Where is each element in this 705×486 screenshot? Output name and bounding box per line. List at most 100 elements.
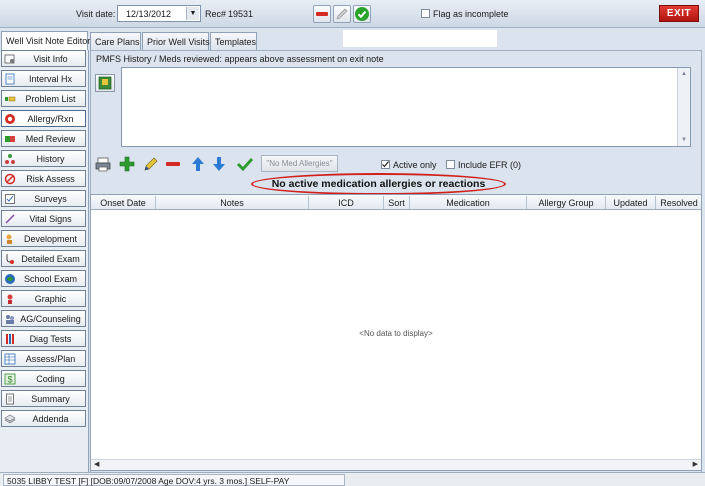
school-icon [5,274,15,284]
allergy-icon [5,114,15,124]
move-down-button[interactable] [210,155,228,173]
list-icon [5,96,16,102]
confirm-visit-button[interactable] [353,5,371,23]
column-header-resolved[interactable]: Resolved [656,198,702,208]
sidebar-item-school-exam[interactable]: School Exam [1,270,86,287]
sidebar-item-graphic[interactable]: Graphic [1,290,86,307]
visit-date-picker[interactable]: 12/13/2012 ▼ [117,5,201,22]
rec-label: Rec# [205,9,227,19]
dollar-icon: $ [4,373,16,385]
textarea-scrollbar[interactable]: ▲ ▼ [677,68,690,146]
medicine-icon [5,136,15,142]
sidebar-item-label: Summary [31,394,70,404]
edit-allergy-button[interactable] [142,155,160,173]
top-toolbar: Visit date: 12/13/2012 ▼ Rec# 19531 Flag… [0,0,705,28]
sidebar-item-visit-info[interactable]: Visit Info [1,50,86,67]
exit-button[interactable]: EXIT [659,5,699,22]
column-header-allergy-group[interactable]: Allergy Group [527,198,605,208]
sidebar-item-diag-tests[interactable]: Diag Tests [1,330,86,347]
sidebar-item-label: Development [23,234,78,244]
family-tree-icon [5,154,15,164]
sidebar-item-interval-hx[interactable]: Interval Hx [1,70,86,87]
svg-text:$: $ [7,375,12,385]
grid-header: Onset Date Notes ICD Sort Medication All… [91,195,701,210]
scroll-up-icon[interactable]: ▲ [680,70,688,78]
printer-icon [95,157,111,172]
add-allergy-button[interactable] [118,155,136,173]
remove-visit-button[interactable] [313,5,331,23]
sidebar-item-label: Detailed Exam [21,254,80,264]
no-sign-icon [4,173,16,185]
sidebar-item-summary[interactable]: Summary [1,390,86,407]
plan-icon [4,353,16,365]
grid-horizontal-scrollbar[interactable]: ◀ ▶ [91,459,701,470]
scroll-down-icon[interactable]: ▼ [680,136,688,144]
sidebar-item-ag-counseling[interactable]: AG/Counseling [1,310,86,327]
sidebar-item-label: Graphic [34,294,67,304]
templates-book-button[interactable] [95,74,115,92]
summary-icon [6,393,14,405]
column-header-sort[interactable]: Sort [384,198,409,208]
sidebar-item-problem-list[interactable]: Problem List [1,90,86,107]
sidebar-item-addenda[interactable]: Addenda [1,410,86,427]
visit-date-label: Visit date: [76,9,116,19]
pmfs-history-textarea[interactable]: ▲ ▼ [121,67,691,147]
sidebar-item-risk-assess[interactable]: Risk Assess [1,170,86,187]
chevron-down-icon[interactable]: ▼ [186,7,199,20]
sidebar-item-label: Vital Signs [29,214,72,224]
tab-templates[interactable]: Templates [210,32,257,50]
scroll-left-icon[interactable]: ◀ [94,460,99,468]
sidebar-item-coding[interactable]: $ Coding [1,370,86,387]
sidebar-item-development[interactable]: Development [1,230,86,247]
active-only-checkbox[interactable] [381,160,390,169]
tab-care-plans[interactable]: Care Plans [90,32,141,50]
column-header-notes[interactable]: Notes [156,198,308,208]
sidebar-item-history[interactable]: History [1,150,86,167]
pencil-icon [144,157,158,171]
checkmark-icon [382,161,389,168]
plus-icon [119,156,135,172]
column-header-onset-date[interactable]: Onset Date [91,198,155,208]
sidebar-item-label: Problem List [25,94,76,104]
sidebar-item-label: History [36,154,65,164]
status-bar: 5035 LIBBY TEST [F] [DOB:09/07/2008 Age … [0,472,705,486]
rec-value: 19531 [228,9,254,19]
include-efr-checkbox[interactable] [446,160,455,169]
sidebar-item-label: Addenda [32,414,69,424]
edit-visit-button[interactable] [333,5,351,23]
allergy-status-headline: No active medication allergies or reacti… [271,178,486,190]
arrow-down-icon [213,157,225,171]
tab-well-visit-note-editor[interactable]: Well Visit Note Editor [1,31,90,51]
no-med-allergies-button[interactable]: "No Med Allergies" [261,155,338,172]
sidebar-item-med-review[interactable]: Med Review [1,130,86,147]
print-button[interactable] [94,155,112,173]
sidebar-item-label: Surveys [34,194,67,204]
column-header-updated[interactable]: Updated [606,198,655,208]
sidebar-item-label: Visit Info [33,54,68,64]
column-header-medication[interactable]: Medication [410,198,526,208]
allergy-grid: Onset Date Notes ICD Sort Medication All… [90,194,702,471]
column-header-icd[interactable]: ICD [309,198,383,208]
sidebar-item-assess-plan[interactable]: Assess/Plan [1,350,86,367]
remove-allergy-button[interactable] [164,155,182,173]
sidebar-item-label: Coding [36,374,65,384]
sidebar-item-surveys[interactable]: Surveys [1,190,86,207]
move-up-button[interactable] [189,155,207,173]
sidebar-item-label: Interval Hx [28,74,72,84]
sidebar-item-label: Risk Assess [26,174,75,184]
sidebar-item-allergy-rxn[interactable]: Allergy/Rxn [1,110,86,127]
sidebar-item-vital-signs[interactable]: Vital Signs [1,210,86,227]
stethoscope-icon [4,54,15,64]
include-efr-label: Include EFR (0) [458,160,522,170]
sidebar-item-detailed-exam[interactable]: Detailed Exam [1,250,86,267]
minus-icon [316,12,328,16]
book-icon [98,76,112,90]
mark-reviewed-button[interactable] [236,155,254,173]
sidebar-item-label: School Exam [23,274,78,284]
blank-field [343,30,497,47]
scroll-right-icon[interactable]: ▶ [693,460,698,468]
patient-info: 5035 LIBBY TEST [F] [DOB:09/07/2008 Age … [3,474,345,486]
tab-prior-well-visits[interactable]: Prior Well Visits [142,32,210,50]
addenda-icon [4,414,16,424]
flag-incomplete-checkbox[interactable] [421,9,430,18]
